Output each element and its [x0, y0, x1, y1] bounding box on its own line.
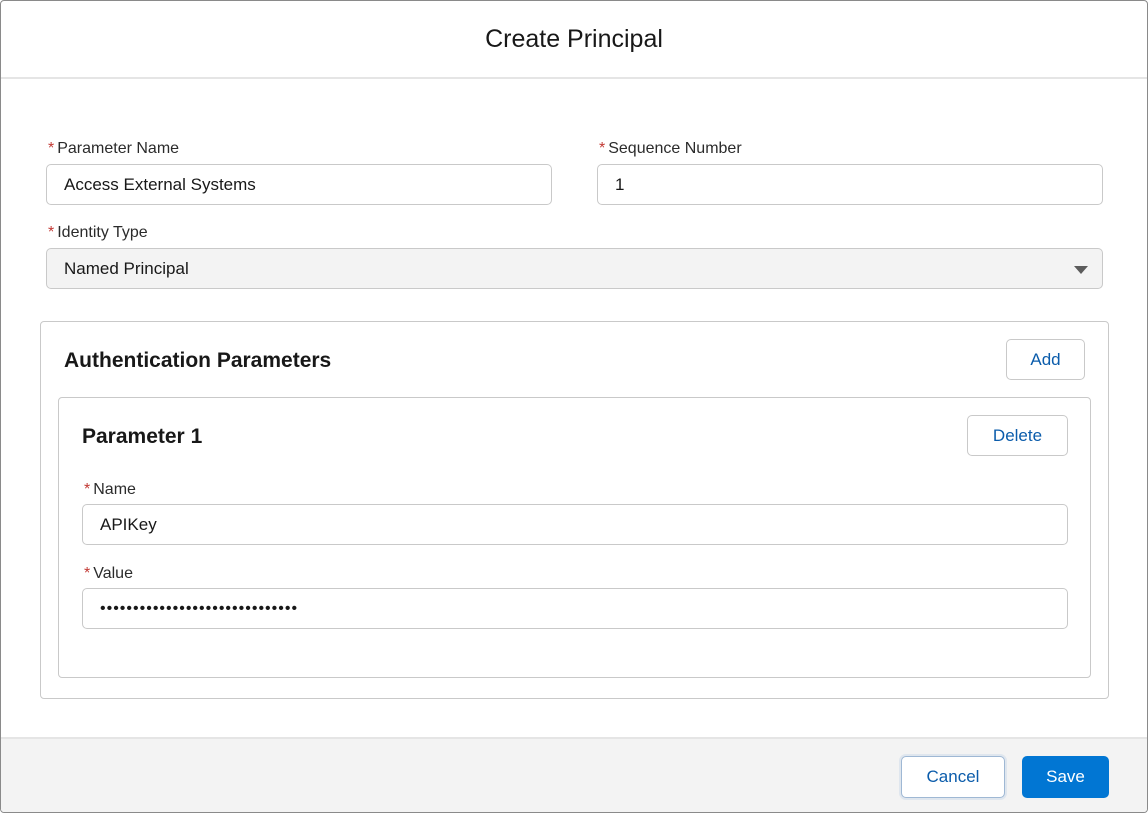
required-marker: * — [599, 140, 606, 157]
parameter-title: Parameter 1 — [82, 425, 203, 448]
modal-title: Create Principal — [485, 24, 663, 53]
value-masked-text: •••••••••••••••••••••••••••••• — [100, 599, 299, 617]
identity-type-label-text: Identity Type — [57, 224, 148, 241]
identity-type-label: * Identity Type — [48, 224, 148, 242]
parameter-name-input[interactable] — [46, 164, 552, 205]
sequence-number-label-text: Sequence Number — [608, 140, 742, 157]
chevron-down-icon — [1074, 266, 1088, 274]
identity-type-select[interactable]: Named Principal — [46, 248, 1103, 289]
modal-footer: Cancel Save — [1, 737, 1147, 812]
cancel-button[interactable]: Cancel — [901, 756, 1005, 798]
parameter-name-label: * Parameter Name — [48, 140, 179, 158]
name-label-text: Name — [93, 481, 136, 498]
identity-type-selected-value: Named Principal — [64, 258, 189, 278]
sequence-number-input[interactable] — [597, 164, 1103, 205]
authentication-parameters-card: Authentication Parameters Add Parameter … — [40, 321, 1109, 699]
authentication-parameters-title: Authentication Parameters — [64, 349, 332, 372]
name-input[interactable] — [82, 504, 1068, 545]
required-marker: * — [48, 140, 55, 157]
parameter-card: Parameter 1 Delete * Name * Value ••••••… — [58, 397, 1091, 678]
value-password-input[interactable]: •••••••••••••••••••••••••••••• — [82, 588, 1068, 629]
value-label: * Value — [84, 565, 133, 583]
required-marker: * — [84, 481, 91, 498]
save-button[interactable]: Save — [1022, 756, 1109, 798]
sequence-number-label: * Sequence Number — [599, 140, 742, 158]
modal-header: Create Principal — [1, 1, 1147, 79]
name-label: * Name — [84, 481, 136, 499]
add-parameter-button[interactable]: Add — [1006, 339, 1085, 380]
required-marker: * — [48, 224, 55, 241]
value-label-text: Value — [93, 565, 133, 582]
required-marker: * — [84, 565, 91, 582]
delete-parameter-button[interactable]: Delete — [967, 415, 1068, 456]
parameter-name-label-text: Parameter Name — [57, 140, 180, 157]
create-principal-modal: Create Principal * Parameter Name * Sequ… — [0, 0, 1148, 813]
